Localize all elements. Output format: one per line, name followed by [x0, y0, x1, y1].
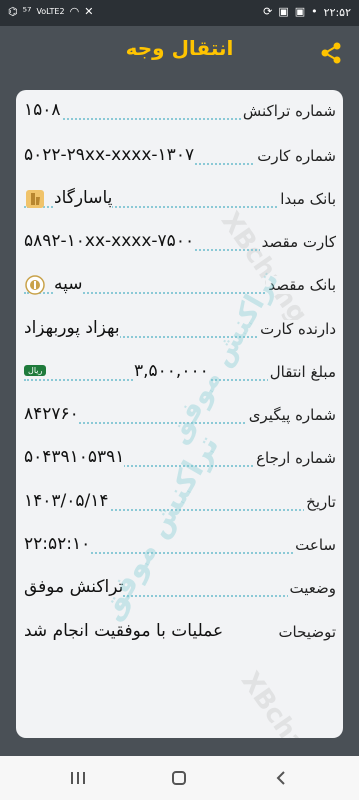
row-label: بانک مقصد [266, 276, 336, 294]
receipt-row-source-bank: بانک مبدا پاسارگاد [24, 186, 336, 216]
row-label: شماره پیگیری [246, 406, 336, 424]
app-header: انتقال وجه [0, 26, 359, 78]
wifi-icon: ◠ [69, 5, 80, 18]
receipt-row-status: وضعیت تراکنش موفق [24, 575, 336, 605]
home-icon [172, 771, 186, 785]
receipt-row-time: ساعت ۲۲:۵۲:۱۰ [24, 532, 336, 562]
row-value: ۸۴۲۷۶۰ [24, 404, 79, 424]
receipt-row-tracking-number: شماره پیگیری ۸۴۲۷۶۰ [24, 402, 336, 432]
row-label: شماره تراکنش [240, 102, 336, 120]
recent-apps-button[interactable] [63, 766, 93, 790]
network-speed: ⁵⁷ [22, 5, 32, 18]
row-value: بهزاد پوربهزاد [24, 318, 120, 338]
row-value: سپه [54, 274, 83, 294]
row-value: پاسارگاد [54, 188, 113, 208]
receipt-row-destination-card: کارت مقصد ۵۸۹۲-۱۰xx-xxxx-۷۵۰۰ [24, 229, 336, 259]
receipt-row-amount: مبلغ انتقال ۳,۵۰۰,۰۰۰ ریال [24, 359, 336, 389]
signal-label: VoLTE2 [36, 7, 65, 16]
row-label: شماره ارجاع [254, 449, 336, 467]
status-left: ⌬ ⁵⁷ VoLTE2 ◠ ✕ [8, 5, 93, 19]
receipt-card: XBchange XBchange شماره تراکنش ۱۵۰۸ شمار… [16, 90, 343, 738]
status-time: ۲۲:۵۲ [323, 5, 351, 19]
row-value: ۲۲:۵۲:۱۰ [24, 534, 91, 554]
row-label: دارنده کارت [258, 320, 336, 338]
back-icon [276, 771, 285, 785]
row-label: مبلغ انتقال [267, 363, 336, 381]
status-bar: ⌬ ⁵⁷ VoLTE2 ◠ ✕ ⟳ ▣ ▣ • ۲۲:۵۲ [0, 0, 359, 26]
home-button[interactable] [164, 766, 194, 790]
row-value: تراکنش موفق [24, 577, 124, 597]
share-icon [321, 42, 341, 64]
navigation-bar [0, 756, 359, 800]
receipt-row-destination-bank: بانک مقصد سپه [24, 272, 336, 302]
row-value: ۵۸۹۲-۱۰xx-xxxx-۷۵۰۰ [24, 231, 195, 251]
row-label: شماره کارت [255, 147, 336, 165]
battery-saver-icon: ⌬ [8, 5, 18, 18]
image-icon: ▣ [278, 5, 289, 18]
receipt-row-description: توضیحات عملیات با موفقیت انجام شد [24, 619, 336, 649]
row-label: بانک مبدا [278, 190, 336, 208]
row-value: ۵۰۲۲-۲۹xx-xxxx-۱۳۰۷ [24, 145, 195, 165]
row-label: تاریخ [304, 493, 336, 511]
pasargad-bank-icon [26, 190, 44, 208]
receipt-row-date: تاریخ ۱۴۰۳/۰۵/۱۴ [24, 489, 336, 519]
share-button[interactable] [318, 40, 344, 66]
row-label: ساعت [293, 536, 336, 554]
back-button[interactable] [266, 766, 296, 790]
receipt-row-reference-number: شماره ارجاع ۵۰۴۳۹۱۰۵۳۹۱ [24, 445, 336, 475]
row-label: توضیحات [276, 623, 336, 641]
gallery-icon: ▣ [294, 5, 306, 18]
sync-icon: ⟳ [263, 5, 273, 18]
receipt-row-transaction-number: شماره تراکنش ۱۵۰۸ [24, 98, 336, 128]
receipt-row-card-number: شماره کارت ۵۰۲۲-۲۹xx-xxxx-۱۳۰۷ [24, 143, 336, 173]
row-value: ۳,۵۰۰,۰۰۰ [134, 361, 209, 381]
sepah-bank-icon [25, 275, 45, 295]
row-label: کارت مقصد [259, 233, 336, 251]
recent-apps-icon [71, 772, 85, 784]
receipt-row-card-holder: دارنده کارت بهزاد پوربهزاد [24, 316, 336, 346]
status-right: ⟳ ▣ ▣ • ۲۲:۵۲ [263, 5, 351, 19]
brand-watermark: XBchange [234, 666, 343, 738]
row-label: وضعیت [287, 579, 336, 597]
mute-icon: ✕ [84, 5, 94, 18]
row-value: ۵۰۴۳۹۱۰۵۳۹۱ [24, 447, 125, 467]
page-title: انتقال وجه [125, 36, 234, 60]
currency-badge: ریال [24, 365, 47, 376]
row-value: ۱۵۰۸ [24, 100, 61, 120]
row-value: ۱۴۰۳/۰۵/۱۴ [24, 491, 109, 511]
row-value: عملیات با موفقیت انجام شد [24, 621, 224, 641]
dot-icon: • [311, 5, 318, 18]
